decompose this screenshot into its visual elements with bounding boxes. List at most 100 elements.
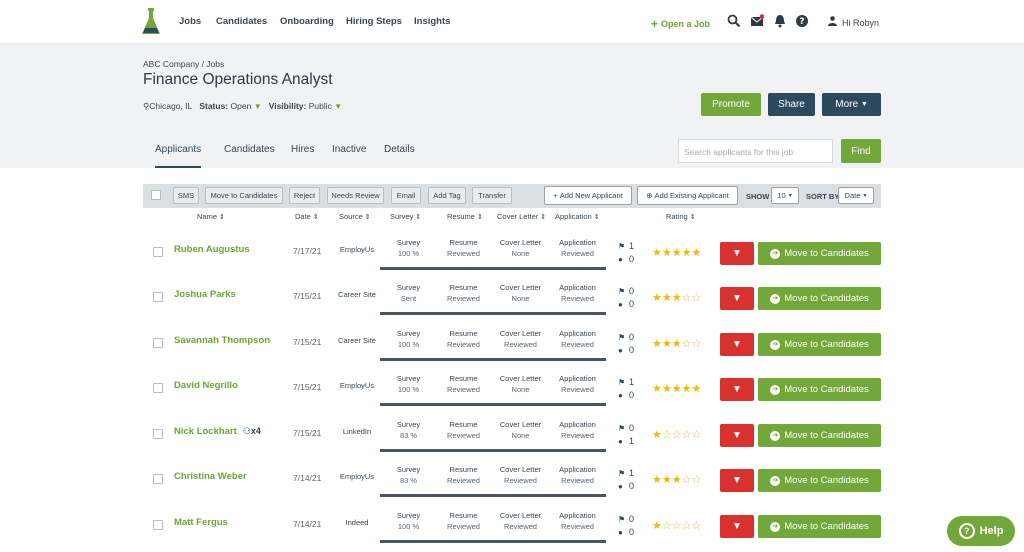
nav-insights[interactable]: Insights: [414, 16, 450, 27]
tags-comments[interactable]: ⚑ 1 ● 0: [618, 376, 634, 402]
star-filled-icon[interactable]: ★: [652, 247, 662, 259]
applicant-name-link[interactable]: Savannah Thompson: [174, 335, 270, 346]
col-header-survey[interactable]: Survey ⇕: [390, 212, 421, 221]
move-to-candidates-button[interactable]: ➜ Move to Candidates: [758, 515, 881, 538]
add-existing-applicant-button[interactable]: ⊕ Add Existing Applicant: [637, 186, 738, 205]
reject-thumbs-down-button[interactable]: ▼: [720, 242, 754, 265]
reject-thumbs-down-button[interactable]: ▼: [720, 333, 754, 356]
add-tag-button[interactable]: Add Tag: [428, 187, 466, 204]
page-size-select[interactable]: 10 ▼: [771, 187, 799, 204]
tags-comments[interactable]: ⚑ 0 ● 0: [618, 513, 634, 539]
mail-icon[interactable]: [750, 14, 764, 28]
cover-letter-status[interactable]: Cover Letter Reviewed: [492, 463, 549, 497]
star-filled-icon[interactable]: ★: [652, 474, 662, 486]
applicant-name-link[interactable]: Ruben Augustus: [174, 244, 250, 255]
star-filled-icon[interactable]: ★: [652, 429, 662, 441]
survey-status[interactable]: Survey 83 %: [380, 418, 437, 452]
row-checkbox[interactable]: [153, 474, 163, 484]
star-filled-icon[interactable]: ★: [672, 292, 682, 304]
star-empty-icon[interactable]: ☆: [682, 338, 692, 350]
move-to-candidates-button[interactable]: ➜ Move to Candidates: [758, 469, 881, 492]
star-filled-icon[interactable]: ★: [652, 520, 662, 532]
tags-comments[interactable]: ⚑ 1 ● 0: [618, 240, 634, 266]
move-to-candidates-button[interactable]: ➜ Move to Candidates: [758, 333, 881, 356]
row-checkbox[interactable]: [153, 429, 163, 439]
resume-status[interactable]: Resume Reviewed: [435, 327, 492, 361]
open-job-link[interactable]: + Open a Job: [651, 16, 710, 31]
row-checkbox[interactable]: [153, 520, 163, 530]
applicant-name-link[interactable]: Matt Fergus: [174, 517, 228, 528]
logo-flask-icon[interactable]: [141, 8, 161, 36]
survey-status[interactable]: Survey Sent: [380, 281, 437, 315]
applicant-name-link[interactable]: Christina Weber: [174, 471, 247, 482]
star-filled-icon[interactable]: ★: [662, 338, 672, 350]
move-to-candidates-bulk-button[interactable]: Move to Candidates: [205, 187, 283, 204]
col-header-rating[interactable]: Rating ⇕: [666, 212, 696, 221]
col-header-date[interactable]: Date ⇕: [295, 212, 319, 221]
nav-candidates[interactable]: Candidates: [216, 16, 267, 27]
visibility-dropdown[interactable]: Visibility: Public ▼: [269, 101, 342, 111]
star-empty-icon[interactable]: ☆: [682, 520, 692, 532]
transfer-button[interactable]: Transfer: [472, 187, 512, 204]
star-filled-icon[interactable]: ★: [672, 338, 682, 350]
move-to-candidates-button[interactable]: ➜ Move to Candidates: [758, 287, 881, 310]
star-empty-icon[interactable]: ☆: [692, 429, 702, 441]
sms-button[interactable]: SMS: [173, 187, 199, 204]
star-empty-icon[interactable]: ☆: [692, 520, 702, 532]
star-empty-icon[interactable]: ☆: [662, 520, 672, 532]
star-filled-icon[interactable]: ★: [692, 383, 702, 395]
tags-comments[interactable]: ⚑ 0 ● 0: [618, 331, 634, 357]
cover-letter-status[interactable]: Cover Letter None: [492, 236, 549, 270]
resume-status[interactable]: Resume Reviewed: [435, 509, 492, 543]
col-header-name[interactable]: Name ⇕: [197, 212, 225, 221]
star-filled-icon[interactable]: ★: [662, 247, 672, 259]
survey-status[interactable]: Survey 100 %: [380, 236, 437, 270]
star-filled-icon[interactable]: ★: [652, 292, 662, 304]
reject-thumbs-down-button[interactable]: ▼: [720, 469, 754, 492]
reject-thumbs-down-button[interactable]: ▼: [720, 287, 754, 310]
star-filled-icon[interactable]: ★: [682, 247, 692, 259]
cover-letter-status[interactable]: Cover Letter None: [492, 281, 549, 315]
survey-status[interactable]: Survey 100 %: [380, 509, 437, 543]
application-status[interactable]: Application Reviewed: [549, 418, 606, 452]
survey-status[interactable]: Survey 100 %: [380, 372, 437, 406]
star-filled-icon[interactable]: ★: [652, 383, 662, 395]
row-checkbox[interactable]: [153, 383, 163, 393]
star-filled-icon[interactable]: ★: [662, 292, 672, 304]
col-header-cover-letter[interactable]: Cover Letter ⇕: [497, 212, 546, 221]
star-filled-icon[interactable]: ★: [692, 247, 702, 259]
more-button[interactable]: More ▼: [822, 93, 881, 116]
star-empty-icon[interactable]: ☆: [672, 520, 682, 532]
application-status[interactable]: Application Reviewed: [549, 281, 606, 315]
sort-by-select[interactable]: Date ▼: [838, 187, 874, 204]
resume-status[interactable]: Resume Reviewed: [435, 236, 492, 270]
resume-status[interactable]: Resume Reviewed: [435, 463, 492, 497]
help-circle-icon[interactable]: ?: [795, 14, 809, 28]
reject-button[interactable]: Reject: [289, 187, 320, 204]
star-empty-icon[interactable]: ☆: [682, 474, 692, 486]
tags-comments[interactable]: ⚑ 0 ● 0: [618, 285, 634, 311]
status-dropdown[interactable]: Status: Open ▼: [199, 101, 261, 111]
star-filled-icon[interactable]: ★: [652, 338, 662, 350]
add-new-applicant-button[interactable]: + Add New Applicant: [544, 186, 632, 205]
rating-stars[interactable]: ★★★★★: [652, 246, 701, 259]
move-to-candidates-button[interactable]: ➜ Move to Candidates: [758, 424, 881, 447]
col-header-source[interactable]: Source ⇕: [339, 212, 371, 221]
reject-thumbs-down-button[interactable]: ▼: [720, 424, 754, 447]
select-all-checkbox[interactable]: [151, 190, 161, 200]
star-empty-icon[interactable]: ☆: [672, 429, 682, 441]
cover-letter-status[interactable]: Cover Letter None: [492, 372, 549, 406]
application-status[interactable]: Application Reviewed: [549, 463, 606, 497]
col-header-resume[interactable]: Resume ⇕: [447, 212, 483, 221]
rating-stars[interactable]: ★★★☆☆: [652, 337, 701, 350]
star-empty-icon[interactable]: ☆: [682, 292, 692, 304]
col-header-application[interactable]: Application ⇕: [555, 212, 600, 221]
tab-inactive[interactable]: Inactive: [332, 144, 366, 155]
duplicate-profiles-badge[interactable]: ⚇x4: [243, 426, 261, 436]
bell-icon[interactable]: [773, 14, 787, 28]
star-empty-icon[interactable]: ☆: [692, 292, 702, 304]
survey-status[interactable]: Survey 100 %: [380, 327, 437, 361]
application-status[interactable]: Application Reviewed: [549, 327, 606, 361]
star-filled-icon[interactable]: ★: [672, 383, 682, 395]
star-filled-icon[interactable]: ★: [662, 383, 672, 395]
